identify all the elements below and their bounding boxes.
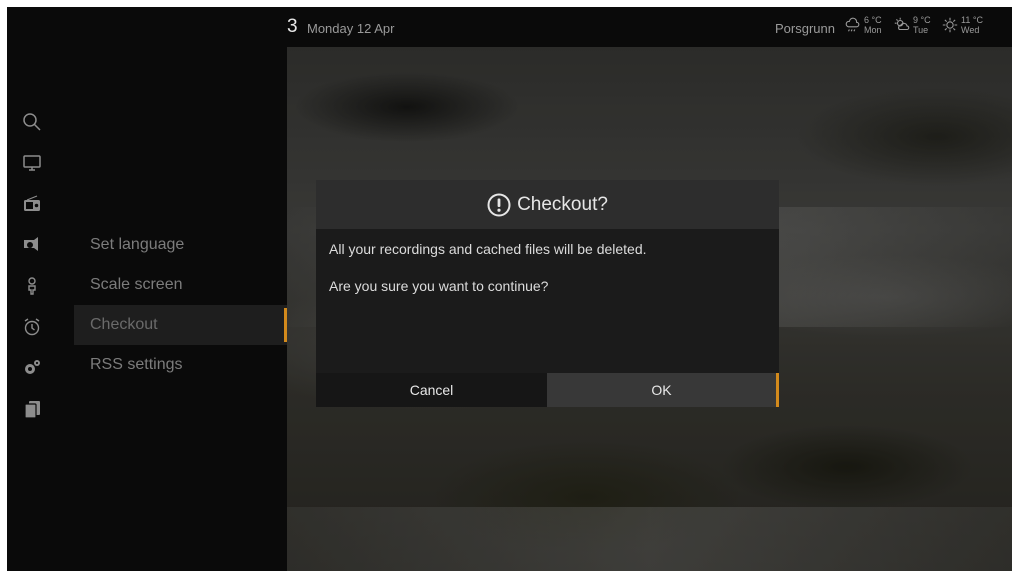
checkout-dialog: Checkout? All your recordings and cached… xyxy=(316,180,779,407)
dialog-message-line-2: Are you sure you want to continue? xyxy=(329,278,549,294)
partly-cloudy-icon xyxy=(894,17,910,31)
top-bar: 3 Monday 12 Apr Porsgrunn 6 °C Mon 9 °C Tu… xyxy=(7,7,1012,47)
tv-icon[interactable] xyxy=(21,152,43,174)
menu-item-checkout[interactable]: Checkout xyxy=(74,305,287,345)
menu-item-rss-settings[interactable]: RSS settings xyxy=(74,345,287,385)
person-icon[interactable] xyxy=(21,275,43,297)
forecast-temp: 9 °C xyxy=(913,15,931,25)
alarm-clock-icon[interactable] xyxy=(21,316,43,338)
forecast-temp: 11 °C xyxy=(961,15,983,25)
date-label: Monday 12 Apr xyxy=(307,21,395,36)
sun-icon xyxy=(942,17,958,33)
ok-button[interactable]: OK xyxy=(547,373,779,407)
alert-icon xyxy=(487,193,511,216)
forecast-day: Wed xyxy=(961,25,980,35)
forecast-temp: 6 °C xyxy=(864,15,882,25)
copy-pages-icon[interactable] xyxy=(21,398,43,420)
main-nav-icons xyxy=(21,111,51,439)
forecast-day-3: 11 °C Wed xyxy=(941,15,983,35)
search-icon[interactable] xyxy=(21,111,43,133)
forecast-day-2: 9 °C Tue xyxy=(893,15,931,35)
rain-cloud-icon xyxy=(845,17,860,32)
menu-item-scale-screen[interactable]: Scale screen xyxy=(74,265,287,305)
menu-item-set-language[interactable]: Set language xyxy=(74,225,287,265)
settings-gear-icon[interactable] xyxy=(21,357,43,379)
forecast-day: Tue xyxy=(913,25,929,35)
channel-number: 3 xyxy=(287,16,298,37)
tv-screen: 3 Monday 12 Apr Porsgrunn 6 °C Mon 9 °C Tu… xyxy=(7,7,1012,571)
forecast-day: Mon xyxy=(864,25,882,35)
radio-icon[interactable] xyxy=(21,193,43,215)
dialog-header: Checkout? xyxy=(316,180,779,229)
media-icon[interactable] xyxy=(21,234,43,256)
dialog-title: Checkout? xyxy=(517,193,608,215)
cancel-button[interactable]: Cancel xyxy=(316,373,547,407)
settings-menu: Set language Scale screen Checkout RSS s… xyxy=(74,225,287,385)
location-label: Porsgrunn xyxy=(775,21,835,36)
dialog-message-line-1: All your recordings and cached files wil… xyxy=(329,241,647,257)
forecast-day-1: 6 °C Mon xyxy=(844,15,882,35)
